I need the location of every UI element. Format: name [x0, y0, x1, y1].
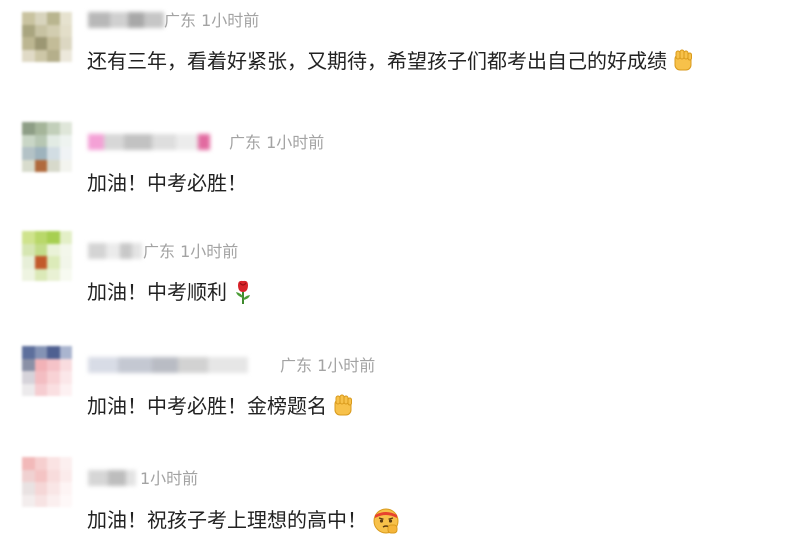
determined-face-emoji [373, 508, 399, 534]
fist-emoji [674, 49, 692, 71]
comment-text: 加油！祝孩子考上理想的高中！ [87, 504, 402, 536]
comment-meta: 广东 1小时前 [229, 132, 324, 154]
comment-text: 加油！中考顺利 [87, 277, 256, 307]
comment-time: 1小时前 [201, 11, 260, 30]
nickname-blurred[interactable] [88, 470, 136, 486]
comment-text: 还有三年，看着好紧张，又期待，希望孩子们都考出自己的好成绩 [87, 46, 696, 76]
comment-text: 加油！中考必胜！ [87, 168, 247, 198]
avatar[interactable] [22, 346, 72, 396]
comment-region: 广东 [143, 242, 176, 261]
nickname-blurred[interactable] [88, 12, 164, 28]
comment-time: 1小时前 [266, 133, 325, 152]
comment-region: 广东 [229, 133, 262, 152]
comment-meta: 1小时前 [140, 468, 198, 490]
comment-meta: 广东 1小时前 [164, 10, 259, 32]
comment-time: 1小时前 [180, 242, 239, 261]
fist-emoji [334, 394, 352, 416]
nickname-blurred[interactable] [88, 134, 210, 150]
comment-region: 广东 [164, 11, 197, 30]
comment-text-body: 加油！中考必胜！ [87, 171, 247, 195]
comment-meta: 广东 1小时前 [143, 241, 238, 263]
comment-text-body: 加油！中考必胜！金榜题名 [87, 394, 327, 418]
comment-text: 加油！中考必胜！金榜题名 [87, 391, 356, 421]
comment-time: 1小时前 [140, 469, 199, 488]
nickname-blurred[interactable] [88, 243, 142, 259]
avatar[interactable] [22, 231, 72, 281]
nickname-blurred[interactable] [88, 357, 248, 373]
avatar[interactable] [22, 12, 72, 62]
comment-region: 广东 [280, 356, 313, 375]
comment-time: 1小时前 [317, 356, 376, 375]
avatar[interactable] [22, 122, 72, 172]
comment-text-body: 加油！祝孩子考上理想的高中！ [87, 508, 367, 532]
comment-text-body: 还有三年，看着好紧张，又期待，希望孩子们都考出自己的好成绩 [87, 49, 667, 73]
avatar[interactable] [22, 457, 72, 507]
rose-emoji [236, 280, 250, 304]
comment-meta: 广东 1小时前 [280, 355, 375, 377]
comment-text-body: 加油！中考顺利 [87, 280, 227, 304]
